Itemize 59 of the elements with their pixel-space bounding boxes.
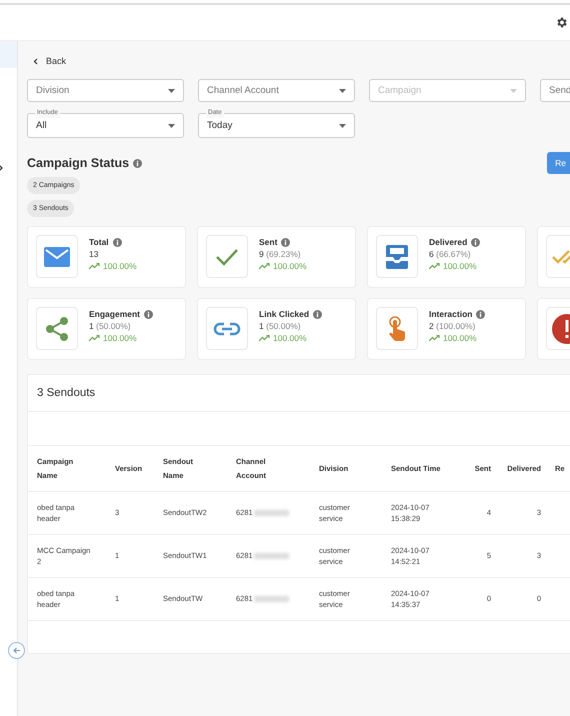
- info-icon[interactable]: [112, 238, 122, 246]
- metric-label: Delivered: [429, 237, 480, 247]
- trend-value: 100.00%: [103, 333, 137, 343]
- table-title: 3 Sendouts: [28, 375, 570, 412]
- metric-value: 9 (69.23%): [259, 249, 302, 259]
- metric-share: (50.00%): [266, 321, 301, 331]
- metric-value: 2 (100.00%): [429, 321, 476, 331]
- caret-icon: [168, 124, 175, 128]
- info-icon[interactable]: [144, 310, 154, 318]
- info-icon[interactable]: [313, 310, 322, 318]
- trend-value: 100.00%: [273, 261, 307, 271]
- settings-icon[interactable]: [555, 16, 568, 29]
- trend-up-icon: [429, 262, 440, 270]
- metric-label: Total: [89, 237, 137, 247]
- metric-value: 1 (50.00%): [259, 321, 302, 331]
- caret-icon: [339, 88, 346, 92]
- info-icon[interactable]: [133, 158, 142, 168]
- metric-share: (50.00%): [96, 321, 131, 331]
- inbox-tray-icon: [386, 244, 408, 268]
- metric-label: Interaction: [429, 309, 486, 319]
- metric-value: 13: [89, 249, 100, 259]
- tapping-hand-icon: [387, 316, 407, 342]
- back-link[interactable]: Back: [27, 51, 72, 71]
- arrow-left-icon: [12, 647, 20, 654]
- metric-share: (100.00%): [436, 321, 476, 331]
- metric-label: Link Clicked: [259, 309, 322, 319]
- info-icon[interactable]: [471, 238, 480, 246]
- report-button[interactable]: Re: [547, 152, 570, 174]
- trend-up-icon: [89, 262, 100, 270]
- trend-up-icon: [259, 262, 270, 270]
- checkmark-icon: [215, 248, 239, 266]
- select-field[interactable]: Division: [27, 79, 184, 102]
- chevron-left-icon: [33, 58, 38, 64]
- trend-value: 100.00%: [443, 261, 477, 271]
- caret-icon: [339, 124, 346, 128]
- share-icon: [44, 316, 70, 342]
- metric-label: Engagement: [89, 309, 154, 319]
- info-icon[interactable]: [476, 310, 486, 318]
- caret-icon: [168, 88, 175, 92]
- collapse-sidebar-button[interactable]: [8, 642, 25, 659]
- trend-value: 100.00%: [273, 333, 307, 343]
- info-icon[interactable]: [281, 238, 290, 246]
- envelope-icon: [44, 246, 70, 266]
- select-field: Campaign: [369, 79, 526, 102]
- trend-value: 100.00%: [103, 261, 137, 271]
- metric-value: 1 (50.00%): [89, 321, 132, 331]
- metric-share: (66.67%): [436, 249, 471, 259]
- metric-label: Sent: [259, 237, 307, 247]
- trend-value: 100.00%: [443, 333, 477, 343]
- metric-share: (69.23%): [266, 249, 301, 259]
- link-icon: [213, 322, 241, 336]
- trend-up-icon: [89, 334, 100, 342]
- metric-value: 6 (66.67%): [429, 249, 472, 259]
- trend-up-icon: [259, 334, 270, 342]
- back-label: Back: [46, 56, 66, 66]
- trend-up-icon: [429, 334, 440, 342]
- select-field[interactable]: Channel Account: [198, 79, 355, 102]
- section-title: Campaign Status: [27, 156, 142, 170]
- caret-icon: [510, 88, 517, 92]
